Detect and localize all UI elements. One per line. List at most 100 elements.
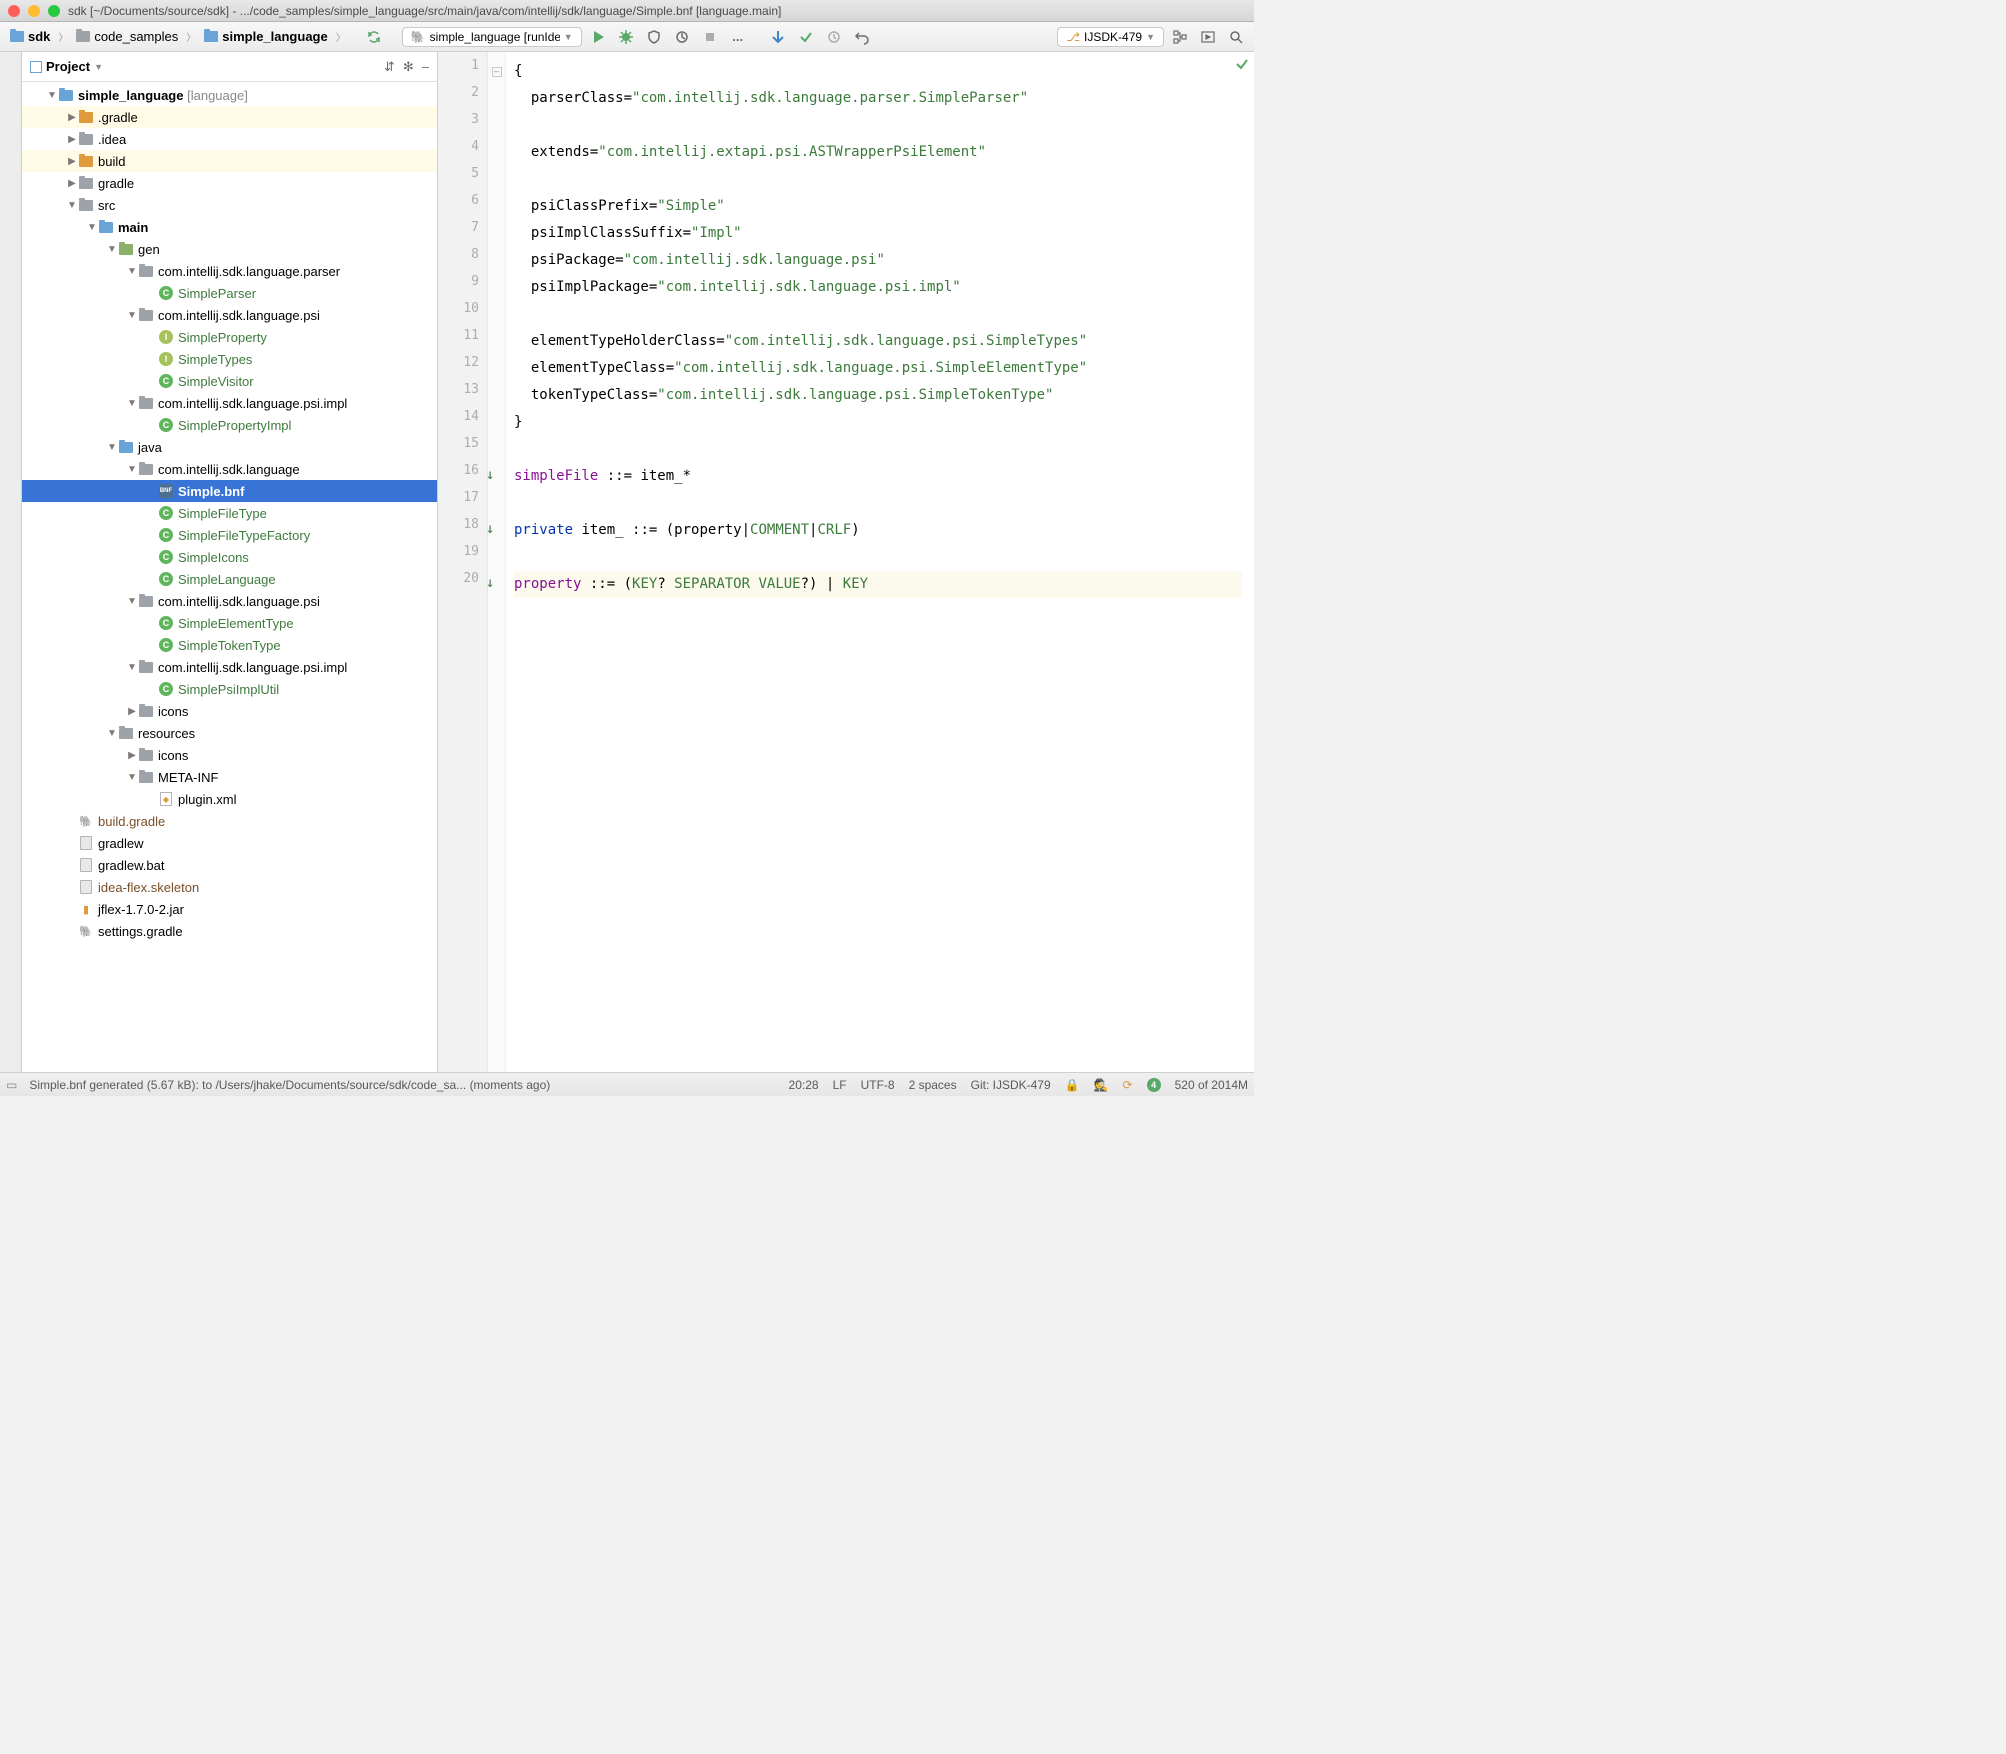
fold-toggle-icon[interactable]: – (492, 67, 502, 77)
override-gutter-icon[interactable]: ↓ (486, 575, 494, 591)
memory-indicator[interactable]: 520 of 2014M (1175, 1078, 1248, 1092)
editor[interactable]: 123456789101112131415 16↓ 17 18↓ 19 20↓ … (438, 52, 1254, 1072)
close-window-button[interactable] (8, 5, 20, 17)
vcs-commit-button[interactable] (794, 25, 818, 49)
project-tool-window: Project ▼ ⇵ ✻ – ▼simple_language [langua… (22, 52, 438, 1072)
tree-item: jflex-1.7.0-2.jar (98, 902, 184, 917)
tree-item: gradlew.bat (98, 858, 165, 873)
tree-item: com.intellij.sdk.language.parser (158, 264, 340, 279)
tree-item: com.intellij.sdk.language.psi.impl (158, 396, 347, 411)
project-structure-button[interactable] (1168, 25, 1192, 49)
titlebar: sdk [~/Documents/source/sdk] - .../code_… (0, 0, 1254, 22)
left-tool-strip[interactable] (0, 52, 22, 1072)
caret-position[interactable]: 20:28 (789, 1078, 819, 1092)
file-encoding[interactable]: UTF-8 (861, 1078, 895, 1092)
override-gutter-icon[interactable]: ↓ (486, 521, 494, 537)
tree-item: src (98, 198, 115, 213)
tree-item: SimpleTokenType (178, 638, 281, 653)
navigation-toolbar: sdk 〉 code_samples 〉 simple_language 〉 🐘… (0, 22, 1254, 52)
tree-item-selected: BNFSimple.bnf (22, 480, 437, 502)
tree-item: SimpleFileType (178, 506, 267, 521)
tree-item: SimplePropertyImpl (178, 418, 291, 433)
hide-button[interactable]: – (422, 59, 429, 75)
class-icon: C (159, 550, 173, 564)
profile-button[interactable] (670, 25, 694, 49)
tree-item: SimpleVisitor (178, 374, 254, 389)
interface-icon: I (159, 352, 173, 366)
window-title: sdk [~/Documents/source/sdk] - .../code_… (68, 4, 781, 18)
coverage-button[interactable] (642, 25, 666, 49)
line-separator[interactable]: LF (833, 1078, 847, 1092)
project-tree[interactable]: ▼simple_language [language] ▶.gradle ▶.i… (22, 82, 437, 1072)
indent-indicator[interactable]: 2 spaces (909, 1078, 957, 1092)
branch-label: IJSDK-479 (1084, 30, 1142, 44)
breadcrumb-simple-language[interactable]: simple_language (200, 27, 331, 46)
debug-button[interactable] (614, 25, 638, 49)
settings-icon[interactable]: ✻ (403, 59, 414, 75)
minimize-window-button[interactable] (28, 5, 40, 17)
git-branch-selector[interactable]: ⎇ IJSDK-479 ▼ (1057, 27, 1164, 47)
ide-status-icon[interactable]: ⟳ (1123, 1078, 1133, 1092)
code-area[interactable]: { parserClass="com.intellij.sdk.language… (506, 52, 1254, 1072)
bnf-icon: BNF (159, 484, 173, 498)
tree-item: SimplePsiImplUtil (178, 682, 279, 697)
tree-item: resources (138, 726, 195, 741)
inspection-ok-icon[interactable] (1234, 56, 1250, 75)
tree-item: gen (138, 242, 160, 257)
elephant-icon: 🐘 (411, 30, 426, 44)
tree-item: META-INF (158, 770, 218, 785)
tree-item: com.intellij.sdk.language.psi.impl (158, 660, 347, 675)
tree-item: com.intellij.sdk.language (158, 462, 300, 477)
tree-item: SimpleLanguage (178, 572, 276, 587)
chevron-right-icon: 〉 (336, 29, 346, 44)
chevron-down-icon: ▼ (94, 62, 103, 72)
breadcrumb-code-samples[interactable]: code_samples (72, 27, 182, 46)
interface-icon: I (159, 330, 173, 344)
status-icon[interactable]: ▭ (6, 1078, 17, 1092)
collapse-icon[interactable]: ⇵ (384, 59, 395, 75)
chevron-right-icon: 〉 (186, 29, 196, 44)
elephant-icon: 🐘 (78, 814, 94, 828)
chevron-down-icon: ▼ (1146, 32, 1155, 42)
breadcrumb-sdk[interactable]: sdk (6, 27, 54, 46)
tree-item: build.gradle (98, 814, 165, 829)
tree-item: SimpleTypes (178, 352, 252, 367)
search-everywhere-button[interactable] (1224, 25, 1248, 49)
class-icon: C (159, 374, 173, 388)
run-anything-icon[interactable] (1196, 25, 1220, 49)
class-icon: C (159, 418, 173, 432)
run-button[interactable] (586, 25, 610, 49)
run-config-label: simple_language [runIde] (430, 30, 560, 44)
override-gutter-icon[interactable]: ↓ (486, 467, 494, 483)
more-run-button[interactable]: ... (726, 25, 750, 49)
tree-item: java (138, 440, 162, 455)
class-icon: C (159, 682, 173, 696)
branch-icon: ⎇ (1066, 30, 1080, 44)
fold-strip[interactable]: – (488, 52, 506, 1072)
history-icon[interactable] (822, 25, 846, 49)
gutter[interactable]: 123456789101112131415 16↓ 17 18↓ 19 20↓ (438, 52, 488, 1072)
revert-button[interactable] (850, 25, 874, 49)
jar-icon: ▮ (78, 902, 94, 916)
tree-item: gradle (98, 176, 134, 191)
notifications-badge[interactable]: 4 (1147, 1078, 1161, 1092)
lock-icon[interactable]: 🔒 (1065, 1078, 1080, 1092)
maximize-window-button[interactable] (48, 5, 60, 17)
folder-icon (204, 31, 218, 42)
git-status[interactable]: Git: IJSDK-479 (971, 1078, 1051, 1092)
tree-item: SimpleIcons (178, 550, 249, 565)
project-view-selector[interactable]: Project ▼ (30, 59, 103, 74)
stop-button[interactable] (698, 25, 722, 49)
tree-item: SimpleElementType (178, 616, 294, 631)
vcs-update-button[interactable] (766, 25, 790, 49)
sync-icon[interactable] (362, 25, 386, 49)
chevron-down-icon: ▼ (564, 32, 573, 42)
run-config-selector[interactable]: 🐘 simple_language [runIde] ▼ (402, 27, 582, 47)
file-icon (80, 880, 92, 894)
inspector-icon[interactable]: 🕵️ (1094, 1078, 1109, 1092)
tree-item: .gradle (98, 110, 138, 125)
class-icon: C (159, 572, 173, 586)
tree-item: icons (158, 748, 188, 763)
tree-item: SimpleProperty (178, 330, 267, 345)
class-icon: C (159, 286, 173, 300)
